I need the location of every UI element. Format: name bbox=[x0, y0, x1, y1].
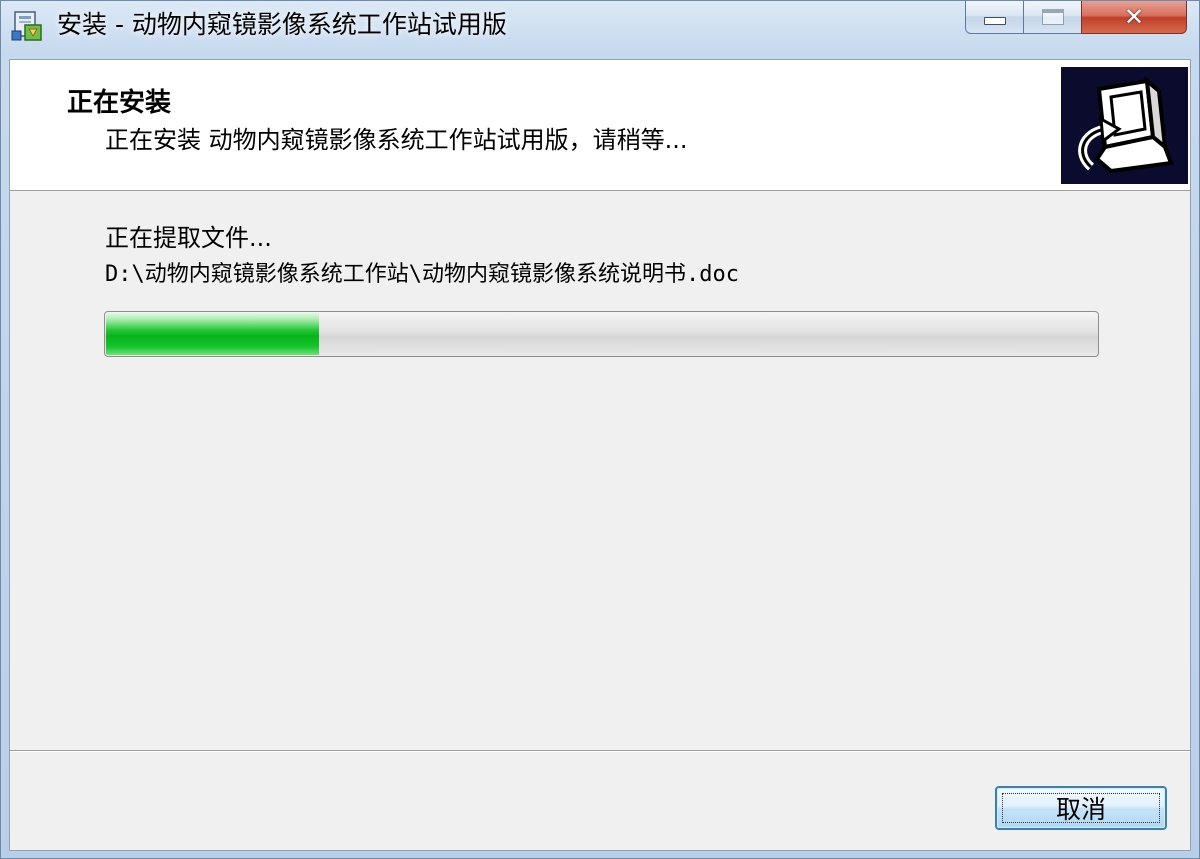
wizard-header: 正在安装 正在安装 动物内窥镜影像系统工作站试用版，请稍等... bbox=[10, 60, 1190, 191]
installer-icon bbox=[11, 11, 42, 41]
window-title: 安装 - 动物内窥镜影像系统工作站试用版 bbox=[57, 10, 507, 39]
status-label: 正在提取文件... bbox=[105, 224, 272, 252]
maximize-icon bbox=[1041, 9, 1064, 25]
current-file-path: D:\动物内窥镜影像系统工作站\动物内窥镜影像系统说明书.doc bbox=[105, 262, 739, 287]
page-subtitle: 正在安装 动物内窥镜影像系统工作站试用版，请稍等... bbox=[105, 126, 688, 154]
install-progress-bar bbox=[104, 311, 1099, 357]
caption-buttons: ✕ bbox=[965, 1, 1187, 35]
footer-divider bbox=[10, 750, 1190, 752]
close-button[interactable]: ✕ bbox=[1081, 1, 1187, 34]
installer-window: 安装 - 动物内窥镜影像系统工作站试用版 ✕ 正在安装 正在安装 动物内窥镜影像… bbox=[0, 0, 1200, 859]
maximize-button[interactable] bbox=[1023, 1, 1081, 34]
computer-install-icon bbox=[1061, 67, 1188, 184]
wizard-client-area: 正在安装 正在安装 动物内窥镜影像系统工作站试用版，请稍等... 正在提取文件.… bbox=[9, 59, 1191, 851]
cancel-button[interactable]: 取消 bbox=[995, 786, 1167, 830]
title-bar[interactable]: 安装 - 动物内窥镜影像系统工作站试用版 ✕ bbox=[1, 1, 1199, 51]
minimize-button[interactable] bbox=[965, 1, 1023, 34]
close-icon: ✕ bbox=[1123, 3, 1145, 31]
minimize-icon bbox=[983, 17, 1006, 25]
page-title: 正在安装 bbox=[67, 88, 172, 118]
progress-fill bbox=[106, 313, 320, 355]
